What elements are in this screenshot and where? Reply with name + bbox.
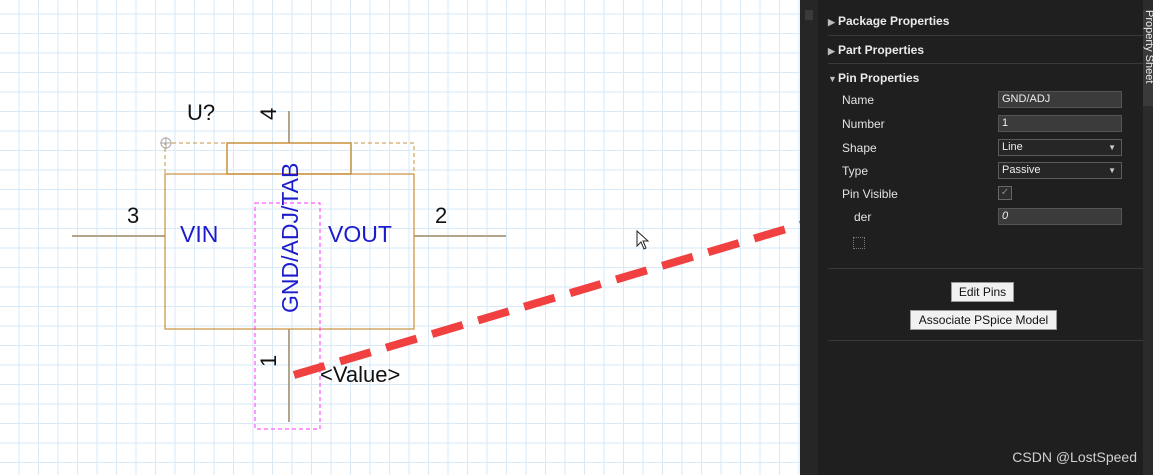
order-field[interactable]: 0 [998,208,1122,225]
property-sheet-panel: ▶ Package Properties ▶ Part Properties ▼Pi… [818,0,1144,475]
type-label: Type [842,164,869,178]
schematic-canvas[interactable]: U? 4 3 2 1 VIN VOUT GND/ADJ/TAB <Value> [0,0,800,475]
type-dropdown[interactable]: Passive ▼ [998,162,1122,179]
annotation-arrow-shaft [292,220,800,379]
ref-designator[interactable]: U? [187,100,215,126]
order-label: der [854,210,872,224]
name-label: Name [842,93,875,107]
part-value-label[interactable]: <Value> [320,362,400,388]
pin-name-gnd-adj-tab[interactable]: GND/ADJ/TAB [277,163,304,313]
expand-arrow-icon: ▶ [828,46,835,56]
section-package-properties[interactable]: ▶ Package Properties [828,14,949,28]
pin-2-number: 2 [435,203,448,228]
collapse-arrow-icon: ▼ [828,74,837,84]
shape-label: Shape [842,141,877,155]
panel-splitter[interactable] [800,0,818,475]
name-field[interactable]: GND/ADJ [998,91,1122,108]
shape-dropdown[interactable]: Line ▼ [998,139,1122,156]
watermark: CSDN @LostSpeed [1012,449,1137,465]
mouse-cursor-icon [636,229,650,250]
pin-1-number: 1 [256,354,281,367]
schematic-drawing [72,111,800,430]
property-sheet-tab[interactable]: Property Sheet [1143,10,1153,106]
pin-4-number: 4 [256,107,281,120]
edit-pins-button[interactable]: Edit Pins [951,282,1014,302]
dropdown-arrow-icon: ▼ [1108,143,1116,152]
section-part-properties[interactable]: ▶ Part Properties [828,43,924,57]
pin-visible-checkbox[interactable]: ✓ [998,186,1012,200]
section-pin-properties[interactable]: ▼Pin Properties [828,71,919,85]
expand-arrow-icon: ▶ [828,17,835,27]
add-property-icon[interactable] [853,237,865,249]
dropdown-arrow-icon: ▼ [1108,166,1116,175]
pin-visible-label: Pin Visible [842,187,898,201]
pin-name-vin: VIN [180,221,219,247]
associate-pspice-model-button[interactable]: Associate PSpice Model [910,310,1057,330]
number-label: Number [842,117,885,131]
number-field[interactable]: 1 [998,115,1122,132]
pin-3-number: 3 [127,203,140,228]
pin-name-vout: VOUT [328,221,392,247]
